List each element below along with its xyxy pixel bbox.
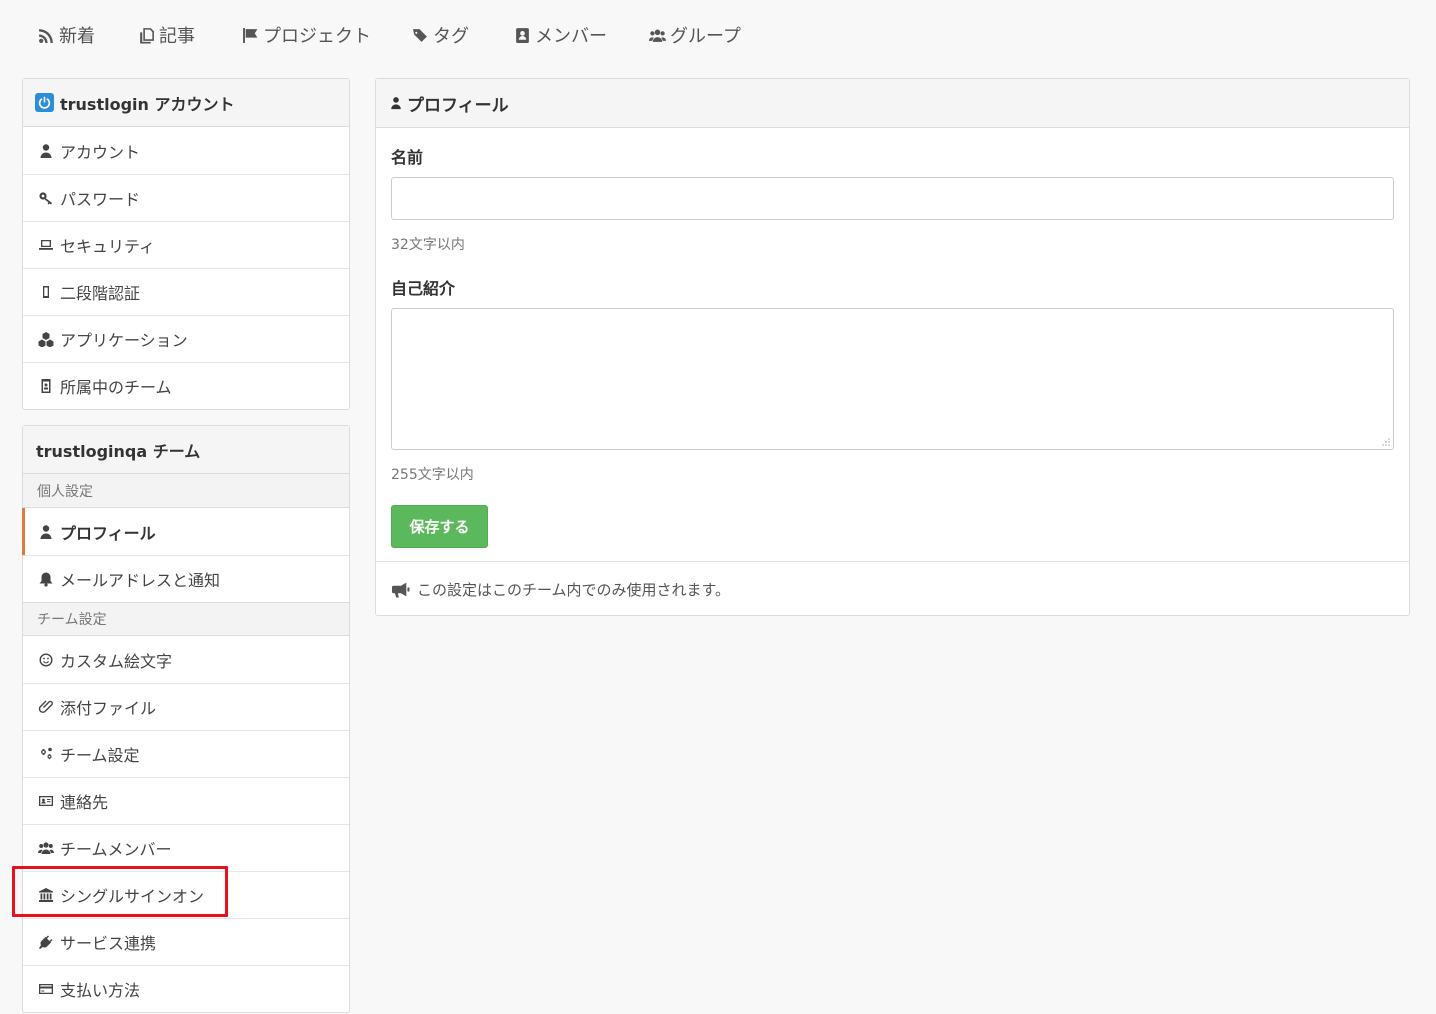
account-panel-title: trustlogin アカウント [60, 94, 235, 114]
mobile-icon [43, 286, 49, 298]
section-personal-settings: 個人設定 [23, 474, 349, 508]
megaphone-icon [391, 582, 410, 597]
team-scope-note: この設定はこのチーム内でのみ使用されます。 [376, 561, 1409, 616]
name-label: 名前 [391, 148, 424, 167]
sidebar-item-label: アカウント [60, 142, 141, 162]
sidebar-item-teams[interactable]: 所属中のチーム [23, 362, 349, 409]
address-card-icon [39, 796, 53, 806]
sidebar-item-team-settings[interactable]: チーム設定 [23, 730, 349, 777]
sidebar-item-label: チーム設定 [60, 746, 140, 765]
team-scope-note-text: この設定はこのチーム内でのみ使用されます。 [417, 580, 731, 599]
nav-groups-label: グループ [670, 26, 741, 47]
sidebar-item-label: メールアドレスと通知 [60, 571, 221, 590]
sidebar-item-label: 連絡先 [60, 793, 109, 812]
sidebar-item-team-members[interactable]: チームメンバー [23, 824, 349, 871]
sidebar-item-email-notifications[interactable]: メールアドレスと通知 [23, 555, 349, 602]
team-panel-heading: trustloginqa チーム [23, 426, 349, 474]
resize-grip-icon[interactable] [1381, 437, 1390, 446]
trustlogin-logo-icon [35, 93, 54, 112]
sidebar-item-service-integrations[interactable]: サービス連携 [23, 918, 349, 965]
save-button[interactable]: 保存する [391, 505, 488, 548]
user-icon [40, 524, 52, 539]
paperclip-icon [38, 700, 53, 713]
account-panel-heading: trustlogin アカウント [23, 79, 349, 127]
cogs-icon [40, 747, 52, 760]
sidebar-item-payment-methods[interactable]: 支払い方法 [23, 965, 349, 1012]
nav-members[interactable]: メンバー [514, 18, 649, 52]
sidebar-item-account[interactable]: アカウント [23, 127, 349, 174]
user-icon [391, 97, 401, 110]
sidebar-item-label: 添付ファイル [60, 699, 157, 718]
sidebar-item-contacts[interactable]: 連絡先 [23, 777, 349, 824]
sidebar-item-custom-emoji[interactable]: カスタム絵文字 [23, 636, 349, 683]
users-icon [38, 842, 54, 854]
sso-highlight-box [12, 866, 228, 917]
bio-help-text: 255文字以内 [391, 467, 474, 483]
sidebar-item-two-factor[interactable]: 二段階認証 [23, 268, 349, 315]
user-icon [40, 143, 52, 158]
nav-projects-label: プロジェクト [263, 26, 371, 47]
nav-projects[interactable]: プロジェクト [242, 18, 412, 52]
key-icon [39, 192, 52, 205]
sidebar-item-applications[interactable]: アプリケーション [23, 315, 349, 362]
flag-icon [243, 27, 258, 43]
nav-new[interactable]: 新着 [38, 18, 138, 52]
rss-icon [39, 28, 53, 43]
team-panel: trustloginqa チーム 個人設定 プロフィール メールアドレスと通知 … [22, 425, 350, 1013]
sidebar-item-label: チームメンバー [60, 840, 172, 859]
contact-book-icon [516, 27, 529, 43]
sidebar-item-label: 支払い方法 [60, 981, 141, 1000]
laptop-icon [39, 240, 53, 250]
cubes-icon [38, 332, 54, 347]
bio-textarea[interactable] [391, 308, 1394, 450]
name-help-text: 32文字以内 [391, 237, 465, 253]
article-icon [140, 27, 154, 43]
top-nav: 新着 記事 プロジェクト タグ メンバー グループ [38, 18, 741, 52]
sidebar-item-label: パスワード [60, 190, 141, 209]
sidebar-item-label: 所属中のチーム [60, 378, 172, 397]
bio-label: 自己紹介 [391, 279, 456, 298]
nav-new-label: 新着 [59, 26, 95, 47]
smile-icon [39, 653, 53, 666]
nav-members-label: メンバー [535, 26, 607, 47]
id-badge-icon [41, 379, 51, 393]
sidebar-item-profile[interactable]: プロフィール [22, 508, 349, 555]
nav-articles[interactable]: 記事 [138, 18, 242, 52]
sidebar-item-label: 二段階認証 [60, 284, 141, 303]
sidebar-item-attachments[interactable]: 添付ファイル [23, 683, 349, 730]
sidebar-item-password[interactable]: パスワード [23, 174, 349, 221]
profile-panel: プロフィール 名前 32文字以内 自己紹介 255文字以内 保存する この設定は… [375, 78, 1410, 616]
nav-tags[interactable]: タグ [412, 18, 514, 52]
credit-card-icon [39, 984, 53, 994]
sidebar-item-label: プロフィール [60, 523, 156, 543]
tags-icon [413, 28, 427, 42]
nav-articles-label: 記事 [159, 26, 195, 47]
sidebar-item-label: カスタム絵文字 [60, 651, 173, 671]
bell-icon [39, 572, 53, 587]
nav-tags-label: タグ [433, 26, 469, 47]
users-icon [649, 29, 666, 42]
nav-groups[interactable]: グループ [649, 18, 741, 52]
sidebar-item-label: サービス連携 [60, 934, 157, 953]
name-input[interactable] [391, 177, 1394, 220]
sidebar-item-label: アプリケーション [60, 331, 188, 350]
account-panel: trustlogin アカウント アカウント パスワード セキュリティ 二段階認… [22, 78, 350, 410]
profile-form: 名前 32文字以内 自己紹介 255文字以内 保存する [376, 147, 1409, 548]
profile-panel-heading: プロフィール [376, 79, 1409, 128]
section-team-settings: チーム設定 [23, 602, 349, 636]
plug-icon [39, 935, 53, 949]
team-panel-title: trustloginqa チーム [36, 441, 201, 461]
sidebar-item-label: セキュリティ [60, 237, 156, 256]
page-title: プロフィール [407, 95, 509, 116]
sidebar-item-security[interactable]: セキュリティ [23, 221, 349, 268]
